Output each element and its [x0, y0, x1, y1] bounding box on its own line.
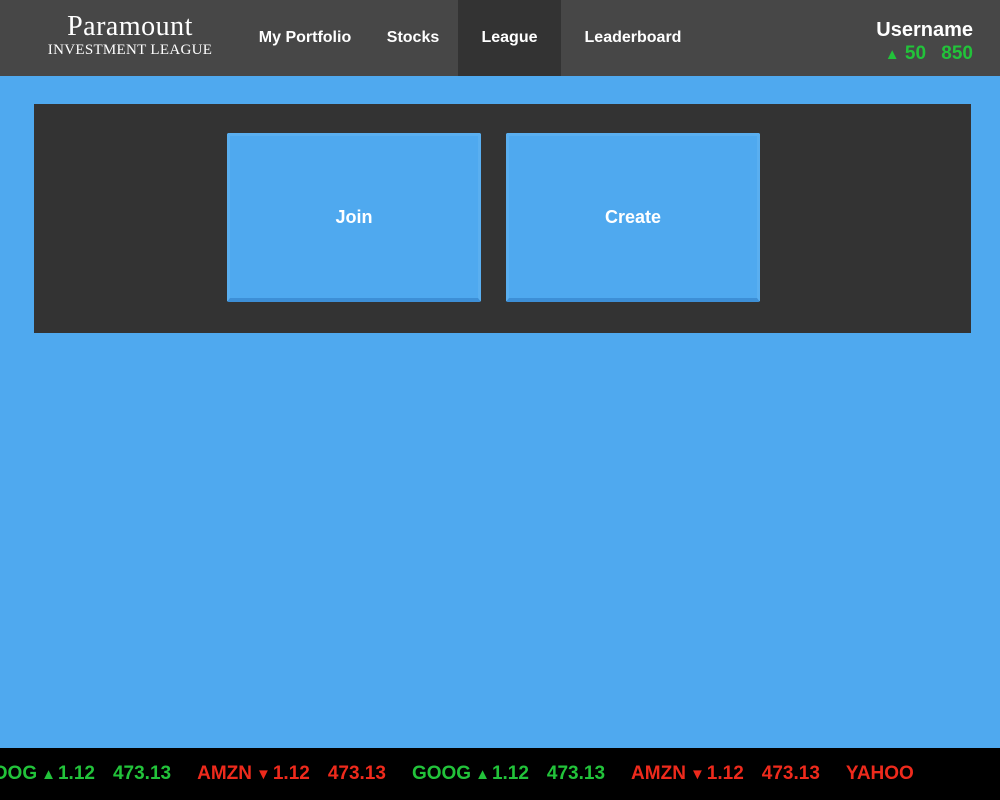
nav-stocks[interactable]: Stocks: [372, 0, 454, 76]
top-navigation-bar: Paramount INVESTMENT LEAGUE My Portfolio…: [0, 0, 1000, 76]
ticker-item: GOOG▲1.12 473.13: [412, 763, 605, 785]
arrow-up-icon: ▲: [884, 46, 900, 63]
ticker-symbol: AMZN: [631, 763, 686, 784]
arrow-down-icon: ▼: [689, 766, 705, 783]
ticker-change: 1.12: [706, 763, 744, 784]
username: Username: [876, 19, 973, 41]
user-balance: 850: [941, 43, 973, 64]
brand-subtitle: INVESTMENT LEAGUE: [47, 42, 213, 58]
arrow-up-icon: ▲: [475, 766, 490, 783]
ticker-symbol: GOOG: [0, 763, 38, 784]
ticker-change: 1.12: [491, 763, 529, 784]
user-stats: ▲ 50 850: [876, 42, 973, 67]
ticker-track: GOOG▲1.12473.13AMZN▼1.12473.13GOOG▲1.124…: [0, 748, 944, 800]
brand-logo[interactable]: Paramount INVESTMENT LEAGUE: [30, 11, 230, 59]
nav-leaderboard[interactable]: Leaderboard: [568, 0, 698, 76]
ticker-item: YAHOO: [846, 763, 918, 785]
user-change: 50: [904, 43, 927, 64]
ticker-item: AMZN ▼ 1.12 473.13: [197, 763, 386, 785]
ticker-symbol: GOOG: [411, 763, 472, 784]
ticker-item: GOOG▲1.12 473.13: [0, 763, 171, 785]
ticker-change: 1.12: [272, 763, 310, 784]
ticker-item: AMZN ▼ 1.12 473.13: [631, 763, 820, 785]
arrow-up-icon: ▲: [41, 766, 56, 783]
stock-ticker: GOOG▲1.12473.13AMZN▼1.12473.13GOOG▲1.124…: [0, 748, 1000, 800]
league-panel: Join Create: [34, 104, 971, 333]
create-league-button[interactable]: Create: [506, 133, 760, 302]
user-summary[interactable]: Username ▲ 50 850: [876, 18, 973, 67]
ticker-price: 473.13: [327, 763, 386, 784]
ticker-price: 473.13: [546, 763, 606, 784]
ticker-price: 473.13: [761, 763, 820, 784]
ticker-price: 473.13: [112, 763, 172, 784]
ticker-change: 1.12: [57, 763, 95, 784]
nav-my-portfolio[interactable]: My Portfolio: [250, 0, 360, 76]
brand-title: Paramount: [67, 11, 193, 42]
ticker-symbol: AMZN: [197, 763, 252, 784]
ticker-symbol: YAHOO: [845, 763, 914, 784]
nav-league-active[interactable]: League: [458, 0, 561, 76]
join-league-button[interactable]: Join: [227, 133, 481, 302]
arrow-down-icon: ▼: [255, 766, 271, 783]
